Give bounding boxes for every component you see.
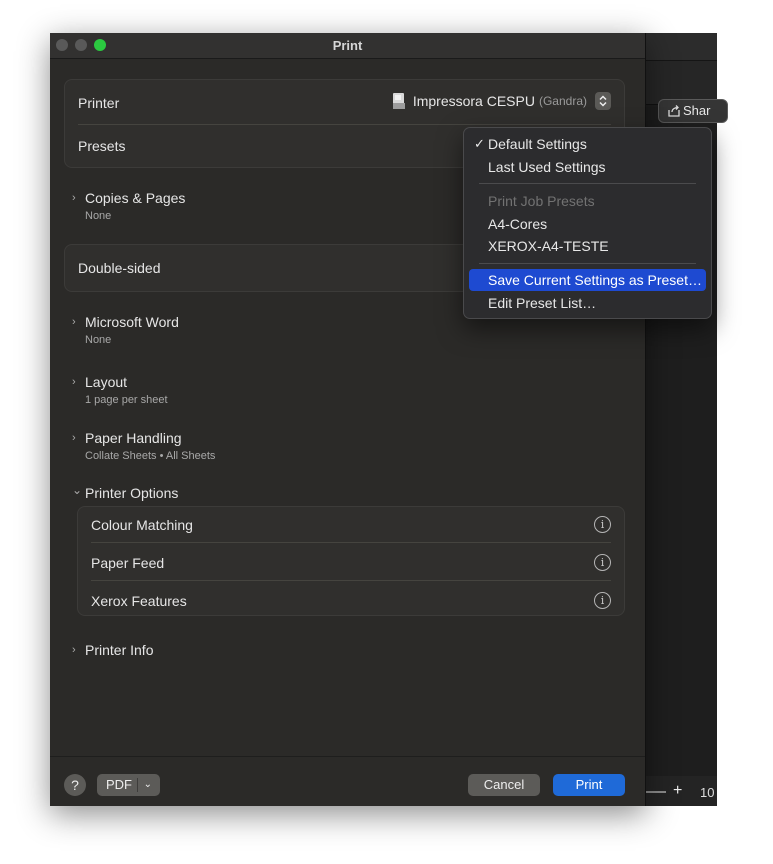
printer-row: Printer Impressora CESPU (Gandra) xyxy=(78,82,611,124)
dialog-footer: ? PDF ⌄ Cancel Print xyxy=(50,756,645,806)
paper-feed-row[interactable]: Paper Feed i xyxy=(91,542,611,584)
colour-matching-label: Colour Matching xyxy=(91,517,193,533)
menu-separator xyxy=(479,263,696,264)
layout-subtitle: 1 page per sheet xyxy=(85,394,168,406)
double-sided-label: Double-sided xyxy=(78,260,161,276)
printer-icon xyxy=(392,92,406,110)
menu-item-xerox-a4-teste[interactable]: XEROX-A4-TESTE xyxy=(469,235,706,257)
presets-dropdown-menu: ✓ Default Settings Last Used Settings Pr… xyxy=(463,127,712,319)
chevron-down-icon: ⌄ xyxy=(143,779,152,790)
zoom-in-button[interactable]: + xyxy=(673,782,682,800)
menu-item-edit-preset-list[interactable]: Edit Preset List… xyxy=(469,292,706,314)
help-button[interactable]: ? xyxy=(64,774,86,796)
chevron-right-icon: › xyxy=(72,316,76,328)
printer-options-title: Printer Options xyxy=(85,485,179,501)
printer-location: (Gandra) xyxy=(538,94,587,108)
menu-item-label: Print Job Presets xyxy=(488,193,595,209)
copies-pages-title: Copies & Pages xyxy=(85,190,186,206)
zoom-value: 10 xyxy=(700,785,715,800)
chevron-right-icon: › xyxy=(72,192,76,204)
menu-item-label: Save Current Settings as Preset… xyxy=(488,272,702,288)
share-button[interactable]: Shar xyxy=(658,99,728,123)
menu-item-label: A4-Cores xyxy=(488,216,548,232)
menu-item-label: Last Used Settings xyxy=(488,159,606,175)
microsoft-word-section[interactable]: › Microsoft Word None xyxy=(72,314,372,350)
paper-handling-subtitle: Collate Sheets • All Sheets xyxy=(85,450,216,462)
printer-info-section[interactable]: › Printer Info xyxy=(72,642,372,662)
divider xyxy=(137,778,138,792)
printer-options-section[interactable]: ⌄ Printer Options xyxy=(72,483,372,505)
menu-item-default-settings[interactable]: ✓ Default Settings xyxy=(469,133,706,155)
pdf-label: PDF xyxy=(106,777,132,792)
menu-item-label: XEROX-A4-TESTE xyxy=(488,238,609,254)
cancel-button[interactable]: Cancel xyxy=(468,774,540,796)
paper-handling-section[interactable]: › Paper Handling Collate Sheets • All Sh… xyxy=(72,430,372,466)
menu-header-print-job-presets: Print Job Presets xyxy=(469,190,706,212)
chevron-right-icon: › xyxy=(72,432,76,444)
share-label: Shar xyxy=(683,103,711,118)
printer-options-group: Colour Matching i Paper Feed i Xerox Fea… xyxy=(77,506,625,616)
chevron-right-icon: › xyxy=(72,376,76,388)
paper-handling-title: Paper Handling xyxy=(85,430,182,446)
printer-select[interactable]: Impressora CESPU (Gandra) xyxy=(392,92,611,110)
menu-item-a4-cores[interactable]: A4-Cores xyxy=(469,213,706,235)
printer-label: Printer xyxy=(78,95,120,111)
xerox-features-row[interactable]: Xerox Features i xyxy=(91,580,611,622)
presets-label: Presets xyxy=(78,138,126,154)
printer-info-title: Printer Info xyxy=(85,642,154,658)
menu-item-label: Default Settings xyxy=(488,136,587,152)
printer-stepper-icon xyxy=(595,92,611,110)
dialog-title: Print xyxy=(332,38,363,53)
microsoft-word-subtitle: None xyxy=(85,334,112,346)
checkmark-icon: ✓ xyxy=(474,136,485,151)
info-icon[interactable]: i xyxy=(594,592,611,609)
colour-matching-row[interactable]: Colour Matching i xyxy=(91,504,611,546)
menu-separator xyxy=(479,183,696,184)
xerox-features-label: Xerox Features xyxy=(91,593,187,609)
chevron-right-icon: › xyxy=(72,644,76,656)
copies-pages-section[interactable]: › Copies & Pages None xyxy=(72,190,372,226)
pdf-menu-button[interactable]: PDF ⌄ xyxy=(97,774,160,796)
info-icon[interactable]: i xyxy=(594,554,611,571)
chevron-down-icon: ⌄ xyxy=(72,483,83,497)
microsoft-word-title: Microsoft Word xyxy=(85,314,179,330)
share-icon xyxy=(668,105,680,117)
copies-pages-subtitle: None xyxy=(85,210,112,222)
menu-item-last-used-settings[interactable]: Last Used Settings xyxy=(469,156,706,178)
zoom-slider[interactable] xyxy=(646,791,666,793)
info-icon[interactable]: i xyxy=(594,516,611,533)
dialog-titlebar: Print xyxy=(50,33,645,59)
paper-feed-label: Paper Feed xyxy=(91,555,165,571)
layout-section[interactable]: › Layout 1 page per sheet xyxy=(72,374,372,410)
menu-item-save-current-settings[interactable]: Save Current Settings as Preset… xyxy=(469,269,706,291)
layout-title: Layout xyxy=(85,374,128,390)
printer-name: Impressora CESPU xyxy=(412,93,535,109)
menu-item-label: Edit Preset List… xyxy=(488,295,597,311)
print-button[interactable]: Print xyxy=(553,774,625,796)
